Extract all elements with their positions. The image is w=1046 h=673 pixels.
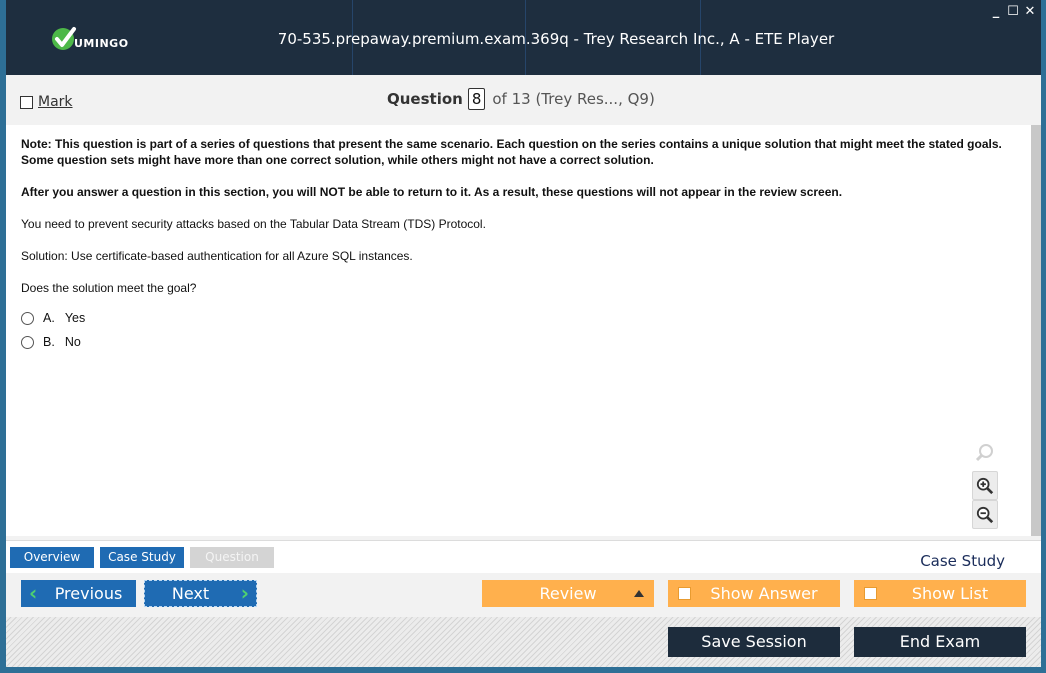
review-label: Review	[539, 584, 597, 603]
next-button[interactable]: Next ›	[144, 580, 257, 607]
next-label: Next	[171, 584, 210, 603]
radio-icon[interactable]	[21, 335, 34, 349]
close-icon[interactable]: ✕	[1023, 5, 1037, 18]
tabs-bar: Overview Case Study Question Case Study	[6, 540, 1041, 574]
show-answer-button[interactable]: Show Answer	[668, 580, 840, 607]
note-paragraph: Note: This question is part of a series …	[21, 137, 1002, 167]
option-letter: B.	[43, 335, 55, 349]
question-prompt: Does the solution meet the goal?	[21, 281, 197, 295]
option-text: No	[64, 335, 81, 349]
show-answer-label: Show Answer	[710, 584, 818, 603]
app-window: UMINGO 70-535.prepaway.premium.exam.369q…	[6, 0, 1041, 667]
tab-question[interactable]: Question	[190, 547, 274, 568]
warning-paragraph: After you answer a question in this sect…	[21, 185, 843, 199]
solution-text: Solution: Use certificate-based authenti…	[21, 249, 413, 263]
end-exam-button[interactable]: End Exam	[854, 627, 1026, 657]
maximize-icon[interactable]: ☐	[1006, 5, 1020, 18]
checkbox-icon[interactable]	[20, 95, 33, 109]
previous-label: Previous	[54, 584, 123, 603]
content-scrollbar[interactable]	[1031, 125, 1041, 536]
scenario-text: You need to prevent security attacks bas…	[21, 217, 486, 231]
review-button[interactable]: Review	[482, 580, 654, 607]
mark-label: Mark	[38, 94, 73, 110]
navigation-bar: ‹ Previous Next › Review Show Answer Sho…	[6, 573, 1041, 617]
show-list-button[interactable]: Show List	[854, 580, 1026, 607]
question-suffix: of 13 (Trey Res..., Q9)	[492, 90, 655, 108]
answer-option-b[interactable]: B. No	[21, 335, 81, 349]
zoom-out-icon[interactable]	[972, 500, 998, 529]
answer-option-a[interactable]: A. Yes	[21, 311, 85, 325]
footer-bar: Save Session End Exam	[6, 617, 1041, 667]
option-text: Yes	[64, 311, 86, 325]
logo-wordmark: UMINGO	[74, 37, 129, 50]
checkbox-icon[interactable]	[678, 587, 691, 600]
question-counter: Question 8 of 13 (Trey Res..., Q9)	[387, 88, 655, 110]
option-letter: A.	[43, 311, 55, 325]
radio-icon[interactable]	[21, 311, 34, 325]
title-bar: UMINGO 70-535.prepaway.premium.exam.369q…	[6, 0, 1041, 75]
question-content: Note: This question is part of a series …	[6, 125, 1031, 536]
tab-case-study[interactable]: Case Study	[100, 547, 184, 568]
chevron-right-icon: ›	[240, 581, 249, 605]
question-header: Mark Question 8 of 13 (Trey Res..., Q9)	[6, 75, 1041, 126]
caret-up-icon[interactable]	[634, 590, 644, 597]
show-list-label: Show List	[911, 584, 989, 603]
checkbox-icon[interactable]	[864, 587, 877, 600]
chevron-left-icon: ‹	[29, 581, 38, 605]
mark-checkbox[interactable]: Mark	[20, 94, 73, 110]
window-title: 70-535.prepaway.premium.exam.369q - Trey…	[277, 30, 835, 48]
zoom-reset-icon[interactable]	[973, 441, 997, 465]
minimize-icon[interactable]: _	[989, 5, 1003, 18]
tab-overview[interactable]: Overview	[10, 547, 94, 568]
zoom-in-icon[interactable]	[972, 471, 998, 500]
question-number-field[interactable]: 8	[467, 88, 486, 110]
window-frame: UMINGO 70-535.prepaway.premium.exam.369q…	[0, 0, 1046, 673]
save-session-button[interactable]: Save Session	[668, 627, 840, 657]
question-label: Question	[387, 90, 463, 108]
previous-button[interactable]: ‹ Previous	[21, 580, 136, 607]
section-label: Case Study	[920, 552, 1005, 570]
